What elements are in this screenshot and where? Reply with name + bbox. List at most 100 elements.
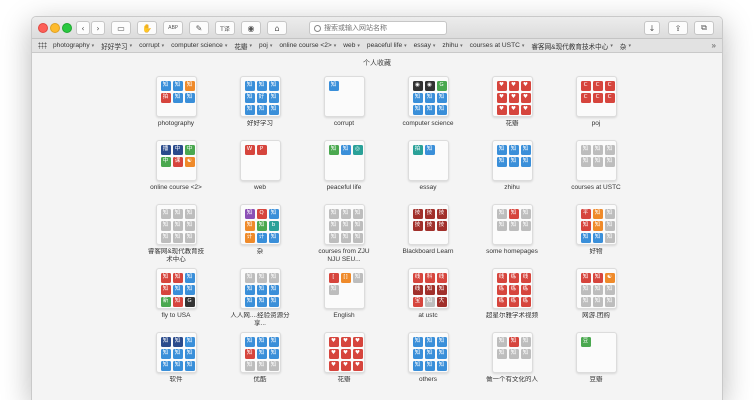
folder-tile[interactable]: 知知知知知知知知知 bbox=[155, 204, 197, 245]
favorite-folder[interactable]: 播中中中课 ☯ online course <2> bbox=[135, 140, 217, 204]
folder-tile[interactable]: 知知知知知知知知知 bbox=[239, 268, 281, 309]
favorite-folder[interactable]: 线练线练练练练练练超星尔雅学术视频 bbox=[471, 268, 553, 332]
favorite-folder[interactable]: ◉ ◉ G 知知知知知知 computer science bbox=[387, 76, 469, 140]
folder-tile[interactable]: 知Q知知知b计计知 bbox=[239, 204, 281, 245]
folder-tile[interactable]: 知知知知知知知知知 bbox=[323, 204, 365, 245]
favorite-folder[interactable]: 知知 ◎ peaceful life bbox=[303, 140, 385, 204]
favorite-folder[interactable]: 豆豆瓣 bbox=[555, 332, 637, 396]
favorites-page: 个人收藏 知知知拍知知 photography 知知知知好知知知知好好学习知 corr… bbox=[32, 54, 722, 400]
favorite-folder[interactable]: 知知知知知知知知知 others bbox=[387, 332, 469, 396]
site-favicon-icon: 知 bbox=[424, 349, 435, 359]
folder-tile[interactable]: 知知知知知知知知知 bbox=[407, 332, 449, 373]
favorite-folder[interactable]: ♥ ♥ ♥ ♥ ♥ ♥ ♥ ♥ ♥ 花瓣 bbox=[303, 332, 385, 396]
folder-tile[interactable]: WP bbox=[239, 140, 281, 181]
favorite-folder[interactable]: [[] 知知 English bbox=[303, 268, 385, 332]
bookmark-folder[interactable]: photography ▾ bbox=[53, 41, 94, 51]
bookmark-folder[interactable]: corrupt ▾ bbox=[139, 41, 164, 51]
show-tabs-button[interactable]: ⧉ bbox=[694, 21, 714, 35]
bookmark-folder[interactable]: computer science ▾ bbox=[171, 41, 227, 51]
folder-tile[interactable]: 知知知知知知新知G bbox=[155, 268, 197, 309]
favorite-folder[interactable]: 知知知知知知 zhihu bbox=[471, 140, 553, 204]
site-favicon-icon: 知 bbox=[172, 81, 183, 91]
back-button[interactable]: ‹ bbox=[76, 21, 90, 35]
bookmark-folder[interactable]: web ▾ bbox=[343, 41, 360, 51]
bookmark-folder[interactable]: 睿客网&现代教育技术中心 ▾ bbox=[531, 41, 612, 51]
favorite-folder[interactable]: W Pweb bbox=[219, 140, 301, 204]
bookmark-folder[interactable]: poj ▾ bbox=[259, 41, 272, 51]
site-favicon-icon: 知 bbox=[412, 337, 423, 347]
folder-tile[interactable]: 知知知知好知知知知 bbox=[239, 76, 281, 117]
folder-tile[interactable]: 知知知知知知 bbox=[491, 332, 533, 373]
sidebar-toggle-button[interactable]: ▭ bbox=[111, 21, 131, 35]
translate-extension-button[interactable]: T译 bbox=[215, 21, 235, 35]
favorite-folder[interactable]: 知知 ☯ 知知知知知知网游.团购 bbox=[555, 268, 637, 332]
favorite-folder[interactable]: 技技技技技技 Blackboard Learn bbox=[387, 204, 469, 268]
bookmark-folder[interactable]: 杂 ▾ bbox=[620, 41, 631, 51]
folder-tile[interactable]: ◉ ◉ G 知知知知知知 bbox=[407, 76, 449, 117]
folder-tile[interactable]: 知知知知知知 bbox=[491, 204, 533, 245]
bookmark-folder[interactable]: online course <2> ▾ bbox=[279, 41, 336, 51]
tabs-icon: ⧉ bbox=[701, 23, 707, 32]
folder-tile[interactable]: 知 bbox=[323, 76, 365, 117]
search-input[interactable] bbox=[324, 24, 444, 32]
folder-tile[interactable]: 平知知知知知知知知 bbox=[575, 204, 617, 245]
hand-extension-button[interactable]: ✋ bbox=[137, 21, 157, 35]
bookmark-folder[interactable]: zhihu ▾ bbox=[442, 41, 462, 51]
folder-tile[interactable]: 豆 bbox=[575, 332, 617, 373]
address-bar[interactable] bbox=[309, 21, 447, 35]
bookmark-folder[interactable]: peaceful life ▾ bbox=[367, 41, 407, 51]
bookmark-folder[interactable]: essay ▾ bbox=[414, 41, 436, 51]
pocket-extension-button[interactable]: ⌂ bbox=[267, 21, 287, 35]
grid-icon[interactable] bbox=[38, 42, 47, 49]
folder-tile[interactable]: 知知知拍知知 bbox=[155, 76, 197, 117]
minimize-window-button[interactable] bbox=[50, 23, 60, 33]
github-extension-button[interactable]: ◉ bbox=[241, 21, 261, 35]
favorite-folder[interactable]: 知知知知知知做一个有文化的人 bbox=[471, 332, 553, 396]
zoom-window-button[interactable] bbox=[62, 23, 72, 33]
favorite-folder[interactable]: C C C C C Cpoj bbox=[555, 76, 637, 140]
favorite-folder[interactable]: 知知知知知知知知知 courses from ZJU NJU SEU... bbox=[303, 204, 385, 268]
folder-tile[interactable]: 知知 ◎ bbox=[323, 140, 365, 181]
favorite-folder[interactable]: 平知知知知知知知知好物 bbox=[555, 204, 637, 268]
share-button[interactable]: ⇪ bbox=[668, 21, 688, 35]
favorite-folder[interactable]: 知知知拍知知 photography bbox=[135, 76, 217, 140]
link-extension-button[interactable]: ✎ bbox=[189, 21, 209, 35]
folder-tile[interactable]: 知知 ☯ 知知知知知知 bbox=[575, 268, 617, 309]
downloads-button[interactable]: ↓ bbox=[644, 21, 660, 35]
favorite-folder[interactable]: 知知知知知知知知知优酷 bbox=[219, 332, 301, 396]
favorite-folder[interactable]: 知知知知知知新知 Gfly to USA bbox=[135, 268, 217, 332]
folder-tile[interactable]: 线练线练练练练练练 bbox=[491, 268, 533, 309]
favorite-folder[interactable]: ♥ ♥ ♥ ♥ ♥ ♥ ♥ ♥ ♥ 花瓣 bbox=[471, 76, 553, 140]
folder-tile[interactable]: ♥ ♥ ♥ ♥ ♥ ♥ ♥ ♥ ♥ bbox=[323, 332, 365, 373]
folder-tile[interactable]: 知知知知知知 bbox=[575, 140, 617, 181]
site-favicon-icon: 知 bbox=[268, 209, 279, 219]
folder-tile[interactable]: 播中中中课 ☯ bbox=[155, 140, 197, 181]
site-favicon-icon: 知 bbox=[160, 273, 171, 283]
folder-tile[interactable]: [[] 知知 bbox=[323, 268, 365, 309]
favorite-folder[interactable]: 知 corrupt bbox=[303, 76, 385, 140]
close-window-button[interactable] bbox=[38, 23, 48, 33]
folder-tile[interactable]: CCCCCC bbox=[575, 76, 617, 117]
bookmarks-overflow-icon[interactable]: » bbox=[712, 41, 716, 50]
favorite-folder[interactable]: 知知知知知知 courses at USTC bbox=[555, 140, 637, 204]
folder-tile[interactable]: 线科线线知知宝知大 bbox=[407, 268, 449, 309]
favorite-folder[interactable]: 知知知知知知 some homepages bbox=[471, 204, 553, 268]
folder-tile[interactable]: 知知知知知知知知知 bbox=[239, 332, 281, 373]
favorite-folder[interactable]: 知知知知知知知知知人人网....经验资源分享... bbox=[219, 268, 301, 332]
favorite-folder[interactable]: 知知知知好知知知知好好学习 bbox=[219, 76, 301, 140]
folder-tile[interactable]: ♥ ♥ ♥ ♥ ♥ ♥ ♥ ♥ ♥ bbox=[491, 76, 533, 117]
forward-button[interactable]: › bbox=[91, 21, 105, 35]
favorite-folder[interactable]: 线科线线知知宝知大 at ustc bbox=[387, 268, 469, 332]
favorite-folder[interactable]: 拍知 essay bbox=[387, 140, 469, 204]
favorite-folder[interactable]: 知Q知知知b计计知杂 bbox=[219, 204, 301, 268]
folder-tile[interactable]: 知知知知知知知知知 bbox=[155, 332, 197, 373]
folder-tile[interactable]: 拍知 bbox=[407, 140, 449, 181]
folder-tile[interactable]: 知知知知知知 bbox=[491, 140, 533, 181]
adblock-extension-button[interactable]: ABP bbox=[163, 21, 183, 35]
favorite-folder[interactable]: 知知知知知知知知知软件 bbox=[135, 332, 217, 396]
favorite-folder[interactable]: 知知知知知知知知知睿客网&现代教育技术中心 bbox=[135, 204, 217, 268]
folder-tile[interactable]: 技技技技技技 bbox=[407, 204, 449, 245]
bookmark-folder[interactable]: 花瓣 ▾ bbox=[234, 41, 252, 51]
bookmark-folder[interactable]: courses at USTC ▾ bbox=[470, 41, 525, 51]
bookmark-folder[interactable]: 好好学习 ▾ bbox=[101, 41, 132, 51]
